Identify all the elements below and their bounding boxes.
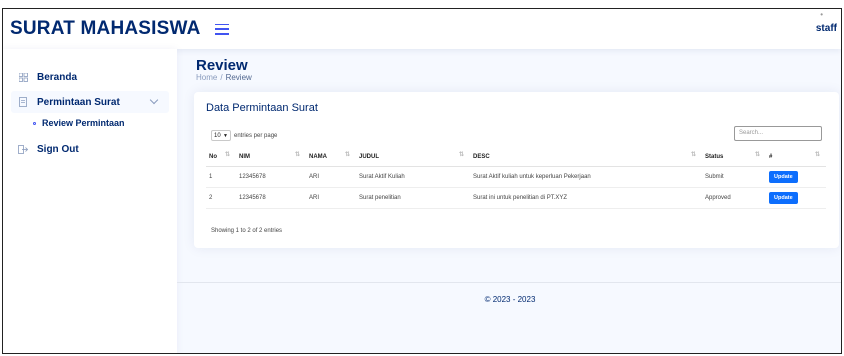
grid-icon: [17, 72, 29, 82]
sidebar: Beranda Permintaan Surat Review Perminta…: [3, 49, 177, 353]
cell-judul: Surat Aktif Kuliah: [356, 166, 470, 188]
breadcrumb-current: Review: [225, 73, 252, 82]
card-title: Data Permintaan Surat: [206, 102, 318, 114]
table-info: Showing 1 to 2 of 2 entries: [211, 228, 283, 234]
document-icon: [17, 97, 29, 107]
footer-copyright: © 2023 - 2023: [484, 295, 536, 304]
column-header-nim[interactable]: NIM ⇅: [236, 149, 306, 167]
sort-icon: ⇅: [754, 152, 760, 158]
cell-action: Update: [766, 166, 826, 188]
cell-no: 2: [206, 187, 236, 209]
column-header-nama[interactable]: NAMA ⇅: [306, 149, 356, 167]
update-button[interactable]: Update: [769, 170, 798, 183]
sidebar-item-sign-out[interactable]: Sign Out: [11, 138, 169, 160]
chevron-down-icon: [149, 95, 159, 105]
hamburger-menu-icon[interactable]: [214, 23, 229, 35]
column-header-status[interactable]: Status ⇅: [702, 149, 766, 167]
entries-per-page: 10 ▼ entries per page: [211, 130, 277, 141]
cell-nama: ARI: [306, 166, 356, 188]
entries-label: entries per page: [234, 132, 278, 139]
main-content: Review Home / Review Data Permintaan Surat…: [177, 49, 841, 353]
cell-nim: 12345678: [236, 166, 306, 188]
column-header-judul[interactable]: JUDUL ⇅: [356, 149, 470, 167]
chevron-down-icon: ▼: [223, 132, 228, 139]
cell-judul: Surat penelitian: [356, 187, 470, 209]
sidebar-item-permintaan-surat[interactable]: Permintaan Surat: [11, 91, 169, 113]
column-header-action[interactable]: # ⇅: [766, 149, 826, 167]
brand-logo[interactable]: SURAT MAHASISWA: [10, 18, 201, 40]
column-header-no[interactable]: No ⇅: [206, 149, 236, 167]
data-table: No ⇅ NIM ⇅ NAMA ⇅ JUDUL ⇅ DESC ⇅ Status ⇅ # ⇅ 1…: [206, 149, 826, 209]
cell-status: Submit: [702, 166, 766, 188]
sort-icon: ⇅: [294, 152, 300, 158]
sign-out-icon: [17, 144, 29, 154]
sidebar-item-label: Review Permintaan: [42, 118, 125, 128]
circle-icon: [33, 121, 36, 125]
sidebar-item-label: Sign Out: [37, 143, 79, 155]
sort-icon: ⇅: [690, 152, 696, 158]
entries-value: 10: [214, 132, 221, 139]
update-button[interactable]: Update: [769, 191, 798, 204]
sort-icon: ⇅: [458, 152, 464, 158]
app-frame: SURAT MAHASISWA • staff Beranda Perminta…: [2, 8, 842, 354]
table-row: 1 12345678 ARI Surat Aktif Kuliah Surat …: [206, 166, 826, 188]
cell-status: Approved: [702, 187, 766, 209]
cell-action: Update: [766, 187, 826, 209]
table-header-row: No ⇅ NIM ⇅ NAMA ⇅ JUDUL ⇅ DESC ⇅ Status ⇅ # ⇅: [206, 149, 826, 167]
cell-no: 1: [206, 166, 236, 188]
column-header-desc[interactable]: DESC ⇅: [470, 149, 702, 167]
breadcrumb: Home / Review: [196, 73, 252, 82]
data-card: Data Permintaan Surat 10 ▼ entries per p…: [194, 92, 839, 248]
page-title: Review: [196, 57, 248, 74]
sidebar-subitem-review-permintaan[interactable]: Review Permintaan: [33, 118, 125, 128]
cell-nama: ARI: [306, 187, 356, 209]
table-row: 2 12345678 ARI Surat penelitian Surat in…: [206, 187, 826, 209]
search-input[interactable]: Search...: [734, 126, 822, 141]
breadcrumb-home[interactable]: Home: [196, 73, 217, 82]
sidebar-item-label: Beranda: [37, 71, 78, 83]
cell-desc: Surat Aktif kuliah untuk keperluan Peker…: [470, 166, 702, 188]
entries-select[interactable]: 10 ▼: [211, 130, 231, 141]
cell-nim: 12345678: [236, 187, 306, 209]
sidebar-item-label: Permintaan Surat: [37, 96, 120, 108]
sort-icon: ⇅: [344, 152, 350, 158]
user-avatar-icon[interactable]: •: [820, 10, 823, 19]
sort-icon: ⇅: [224, 152, 230, 158]
cell-desc: Surat ini untuk penelitian di PT.XYZ: [470, 187, 702, 209]
sidebar-item-beranda[interactable]: Beranda: [11, 66, 169, 88]
sort-icon: ⇅: [814, 152, 820, 158]
footer-divider: [177, 282, 841, 283]
user-name[interactable]: staff: [816, 23, 837, 34]
top-header: SURAT MAHASISWA • staff: [3, 9, 841, 49]
